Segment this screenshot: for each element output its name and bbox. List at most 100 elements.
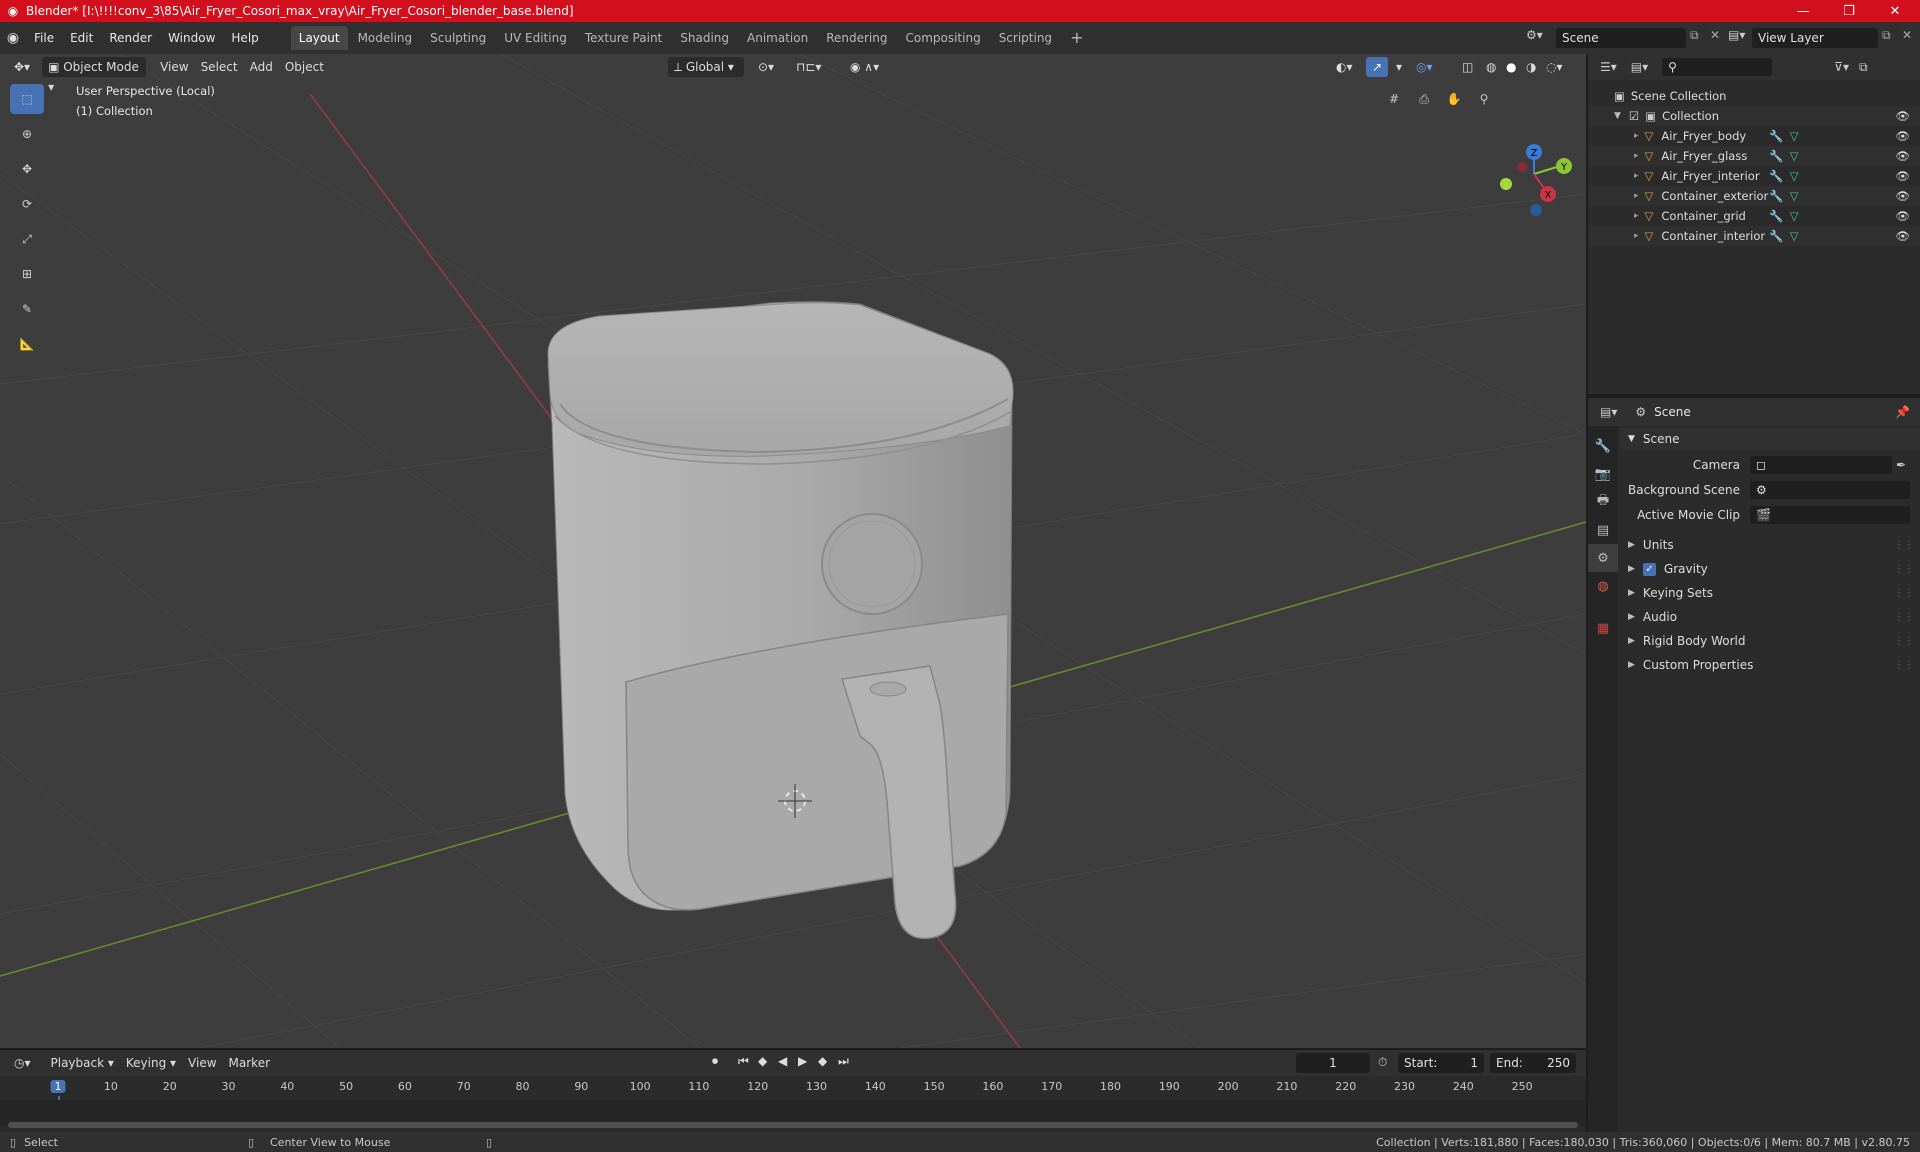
jump-keyframe-forward-button[interactable]: ◆ [818,1054,827,1068]
gizmo-toggle-icon[interactable]: ↗ [1366,57,1389,77]
outliner-scene-collection[interactable]: ▣ Scene Collection [1588,86,1920,106]
tab-shading[interactable]: Shading [672,26,737,50]
tab-modeling[interactable]: Modeling [350,26,421,50]
object-mode-dropdown[interactable]: ▣ Object Mode ▾ [42,57,147,94]
tool-tab-icon[interactable]: 🔧 [1588,432,1618,460]
snap-icon[interactable]: ⊓⊏▾ [790,57,827,77]
modifier-icon[interactable]: 🔧 [1769,129,1783,143]
new-scene-icon[interactable]: ⧉ [1690,28,1699,43]
outliner-object-row[interactable]: ▸ ▽ Air_Fryer_interior 🔧 ▽ 👁 [1588,166,1920,186]
viewport-menu-add[interactable]: Add [244,57,279,77]
current-frame-field[interactable]: 1 [1296,1053,1370,1073]
mesh-data-icon[interactable]: ▽ [1790,229,1799,243]
scene-selector-icon[interactable]: ⚙▾ [1526,28,1543,42]
play-reverse-button[interactable]: ◀ [778,1054,787,1068]
3d-viewport[interactable]: Z Y X ✥▾ ▣ Object Mode ▾ View Select Add… [0,54,1586,1048]
timeline-menu-marker[interactable]: Marker [223,1053,276,1073]
tab-rendering[interactable]: Rendering [818,26,895,50]
drag-handle-icon[interactable]: ⋮⋮ [1894,636,1914,647]
outliner-editor-icon[interactable]: ☰▾ [1600,60,1617,74]
expand-arrow-icon[interactable]: ▸ [1634,171,1639,181]
camera-view-icon[interactable]: ⎙ [1410,85,1438,113]
tab-layout[interactable]: Layout [290,26,348,50]
view-layer-tab-icon[interactable]: ▤ [1588,516,1618,544]
outliner-object-row[interactable]: ▸ ▽ Container_interior 🔧 ▽ 👁 [1588,226,1920,246]
outliner-object-row[interactable]: ▸ ▽ Container_grid 🔧 ▽ 👁 [1588,206,1920,226]
section-units[interactable]: ▶ Units ⋮⋮ [1620,534,1920,556]
tab-animation[interactable]: Animation [739,26,816,50]
outliner-collection-row[interactable]: ▼ ☑ ▣ Collection 👁 [1588,106,1920,126]
expand-arrow-icon[interactable]: ▸ [1634,211,1639,221]
section-custom-properties[interactable]: ▶ Custom Properties ⋮⋮ [1620,654,1920,676]
annotate-tool[interactable]: ✎ [10,294,44,324]
menu-render[interactable]: Render [101,27,160,49]
start-frame-field[interactable]: Start: 1 [1398,1053,1484,1073]
move-tool[interactable]: ✥ [10,154,44,184]
tab-scripting[interactable]: Scripting [991,26,1060,50]
record-button[interactable]: ⏺ [712,1054,718,1069]
pivot-point-icon[interactable]: ⊙▾ [752,57,780,77]
active-movie-clip-field[interactable]: 🎬 [1750,506,1910,524]
select-box-tool[interactable]: ⬚ [10,84,44,114]
view-layer-field[interactable]: View Layer [1752,28,1878,48]
scene-field[interactable]: Scene [1556,28,1686,48]
output-tab-icon[interactable]: 🖶 [1588,488,1618,516]
expand-arrow-icon[interactable]: ▸ [1634,131,1639,141]
timeline-menu-view[interactable]: View [182,1053,222,1073]
new-view-layer-icon[interactable]: ⧉ [1882,28,1891,43]
timeline-ruler[interactable]: 1 10 20 30 40 50 60 70 80 90 100 110 120 130 140 150 160… [0,1078,1586,1126]
expand-arrow-icon[interactable]: ▸ [1634,151,1639,161]
eyedropper-icon[interactable]: ✒ [1896,458,1906,472]
outliner-object-row[interactable]: ▸ ▽ Container_exterior 🔧 ▽ 👁 [1588,186,1920,206]
drag-handle-icon[interactable]: ⋮⋮ [1894,540,1914,551]
blender-menu-icon[interactable]: ◉ [0,30,26,46]
timeline-menu-keying[interactable]: Keying ▾ [120,1053,182,1073]
modifier-icon[interactable]: 🔧 [1769,209,1783,223]
eye-icon[interactable]: 👁 [1895,129,1910,143]
view-layer-icon[interactable]: ▤▾ [1728,28,1745,42]
close-button[interactable]: ✕ [1872,0,1918,22]
drag-handle-icon[interactable]: ⋮⋮ [1894,660,1914,671]
menu-file[interactable]: File [26,27,62,49]
drag-handle-icon[interactable]: ⋮⋮ [1894,564,1914,575]
editor-type-icon[interactable]: ✥▾ [8,57,36,77]
remove-scene-icon[interactable]: ✕ [1710,28,1720,42]
visibility-icon[interactable]: ◐▾ [1330,57,1359,77]
proportional-editing-icon[interactable]: ◉ ∧▾ [844,57,885,77]
menu-help[interactable]: Help [223,27,266,49]
air-fryer-model[interactable] [547,301,1014,940]
gravity-checkbox[interactable]: ✓ [1642,562,1656,576]
world-tab-icon[interactable]: ◍ [1588,572,1618,600]
properties-editor-icon[interactable]: ▤▾ [1600,405,1617,419]
timeline-editor-icon[interactable]: ◷▾ [8,1053,37,1073]
section-gravity[interactable]: ▶ ✓ Gravity ⋮⋮ [1620,558,1920,580]
timeline-scrollbar[interactable] [8,1122,1578,1128]
zoom-view-icon[interactable]: ⚲ [1470,85,1498,113]
scale-tool[interactable]: ⤢ [10,224,44,254]
eye-icon[interactable]: 👁 [1895,229,1910,243]
eye-icon[interactable]: 👁 [1895,149,1910,163]
jump-start-button[interactable]: ⏮ [738,1054,749,1069]
transform-orientation-dropdown[interactable]: ⟂ Global ▾ [668,57,744,77]
drag-handle-icon[interactable]: ⋮⋮ [1894,588,1914,599]
camera-field[interactable]: ◻ [1750,456,1892,474]
maximize-button[interactable]: ❐ [1826,0,1872,22]
use-preview-range-icon[interactable]: ⏱ [1378,1055,1387,1070]
remove-view-layer-icon[interactable]: ✕ [1902,28,1912,42]
scene-panel-header[interactable]: ▼ Scene [1620,428,1920,450]
render-tab-icon[interactable]: 📷 [1588,460,1618,488]
menu-window[interactable]: Window [160,27,223,49]
viewport-menu-object[interactable]: Object [279,57,330,77]
collection-checkbox[interactable]: ☑ [1629,109,1639,123]
rotate-tool[interactable]: ⟳ [10,189,44,219]
scene-tab-icon[interactable]: ⚙ [1588,544,1618,572]
background-scene-field[interactable]: ⚙ [1750,481,1910,499]
menu-edit[interactable]: Edit [62,27,101,49]
play-button[interactable]: ▶ [798,1054,807,1068]
mesh-data-icon[interactable]: ▽ [1790,189,1799,203]
display-mode-icon[interactable]: ▤▾ [1631,60,1648,74]
cursor-tool[interactable]: ⊕ [10,119,44,149]
new-collection-icon[interactable]: ⧉ [1859,60,1868,75]
collapse-arrow-icon[interactable]: ▼ [1614,111,1621,121]
tab-texture-paint[interactable]: Texture Paint [577,26,670,50]
